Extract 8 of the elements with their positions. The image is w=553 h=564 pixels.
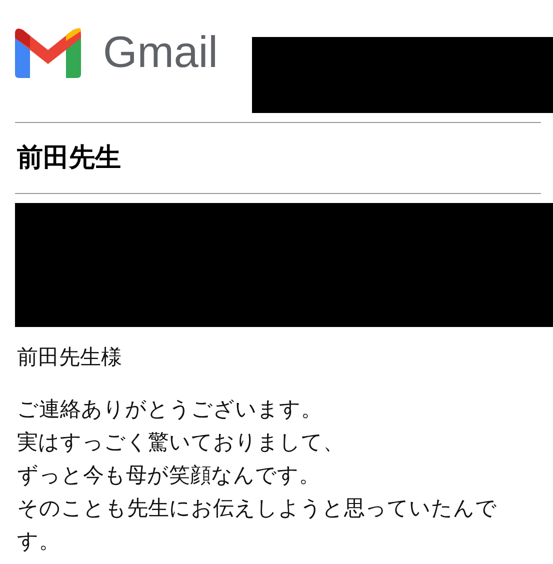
gmail-logo-icon: [15, 28, 81, 78]
greeting-text: 前田先生様: [17, 344, 123, 371]
logo-text: Gmail: [103, 28, 218, 78]
message-line: 実はすっごく驚いておりまして、: [17, 429, 345, 456]
email-subject: 前田先生: [17, 142, 122, 174]
message-line: そのことも先生にお伝えしようと思っていたんです。: [17, 495, 498, 555]
message-line: ご連絡ありがとうございます。: [17, 396, 323, 423]
message-line: ずっと今も母が笑顔なんです。: [17, 462, 321, 489]
